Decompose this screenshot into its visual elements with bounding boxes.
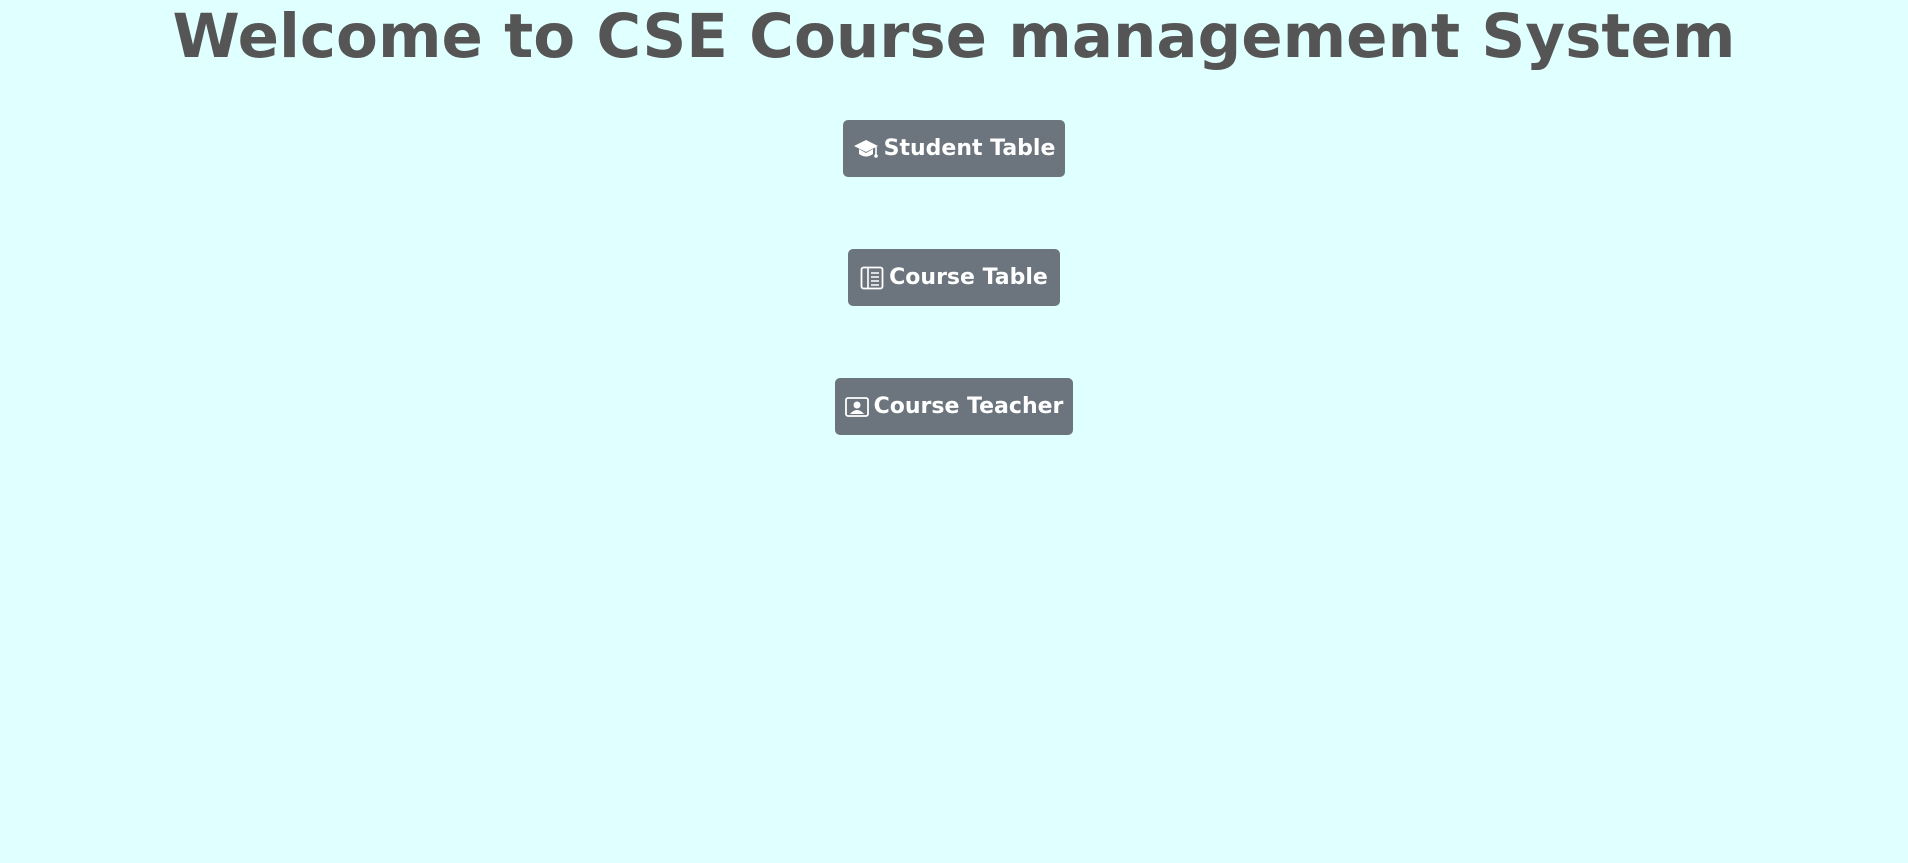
graduation-cap-icon	[853, 136, 879, 162]
course-teacher-label: Course Teacher	[873, 394, 1064, 419]
person-badge-icon	[844, 394, 869, 420]
student-table-button[interactable]: Student Table	[843, 120, 1065, 177]
student-table-label: Student Table	[883, 136, 1056, 161]
course-table-button[interactable]: Course Table	[848, 249, 1060, 306]
page-title: Welcome to CSE Course management System	[172, 1, 1736, 72]
book-table-icon	[860, 265, 884, 291]
course-teacher-button[interactable]: Course Teacher	[835, 378, 1073, 435]
course-table-label: Course Table	[889, 265, 1048, 290]
